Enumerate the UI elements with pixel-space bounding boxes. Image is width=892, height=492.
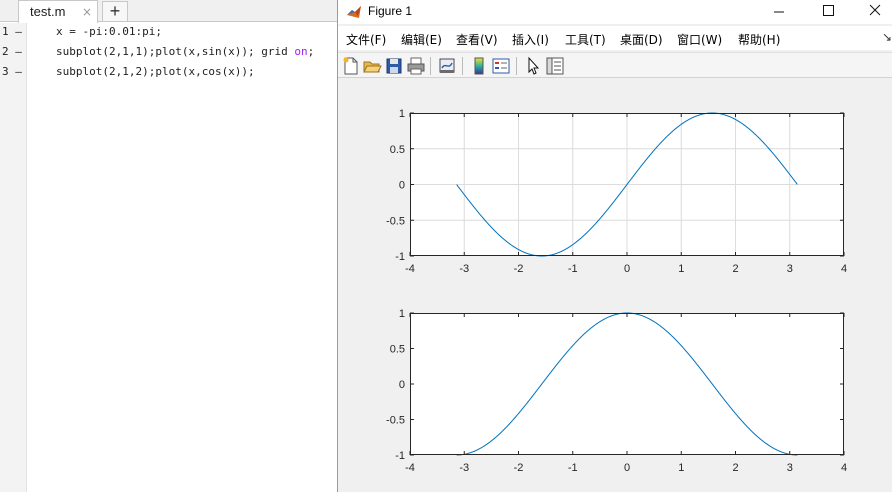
figure-title: Figure 1 <box>368 4 413 18</box>
x-tick-label: 2 <box>732 263 738 275</box>
gutter-line-3: 3 – <box>2 62 26 82</box>
figure-window[interactable]: Figure 1 文件(F) 编辑(E) 查看(V) 插入(I) 工具(T) 桌… <box>337 0 892 492</box>
x-tick-label: -2 <box>514 263 524 275</box>
x-tick-label: -1 <box>568 462 578 474</box>
editor-tab-label[interactable]: test.m <box>30 4 65 19</box>
editor-tab-test-m[interactable]: test.m × <box>18 0 98 23</box>
x-tick-label: 0 <box>624 263 630 275</box>
x-tick-label: 3 <box>787 462 793 474</box>
minimize-icon <box>774 11 784 13</box>
line-number: 1 <box>2 25 9 38</box>
y-tick-label: 0 <box>399 379 405 391</box>
x-tick-label: -1 <box>568 263 578 275</box>
property-inspector-icon <box>546 57 564 75</box>
menu-view[interactable]: 查看(V) <box>456 31 498 48</box>
menu-overflow-icon[interactable]: ↘ <box>882 30 892 44</box>
menu-desktop[interactable]: 桌面(D) <box>620 31 663 48</box>
axes-2[interactable]: -4 -3 -2 -1 0 1 2 3 4 1 0.5 0 -0.5 -1 <box>386 308 847 474</box>
new-tab-button[interactable]: + <box>102 1 128 22</box>
print-button[interactable] <box>406 56 426 76</box>
y-tick-label: 1 <box>399 308 405 320</box>
line-number: 3 <box>2 65 9 78</box>
y-tick-label: -0.5 <box>386 415 405 427</box>
x-tick-label: -3 <box>459 263 469 275</box>
code-text: subplot(2,1,1);plot(x,sin(x)); grid <box>56 45 295 58</box>
figure-toolbar <box>338 52 892 78</box>
menu-insert[interactable]: 插入(I) <box>512 31 549 48</box>
y-tick-label: 0.5 <box>390 344 405 356</box>
save-button[interactable] <box>384 56 404 76</box>
save-icon <box>386 58 402 74</box>
x-tick-label: 4 <box>841 462 847 474</box>
edit-plot-button[interactable] <box>523 56 543 76</box>
maximize-button[interactable] <box>805 0 851 24</box>
gutter-line-2: 2 – <box>2 42 26 62</box>
x-tick-label: 4 <box>841 263 847 275</box>
x-tick-label: -4 <box>405 462 415 474</box>
code-text: ; <box>307 45 315 58</box>
print-icon <box>407 57 425 75</box>
open-file-icon <box>363 61 382 73</box>
toolbar-separator <box>462 57 463 75</box>
y-tick-label: 0.5 <box>390 144 405 156</box>
close-icon <box>869 4 881 16</box>
line-number: 2 <box>2 45 9 58</box>
legend-icon <box>492 58 510 74</box>
menu-window[interactable]: 窗口(W) <box>677 31 722 48</box>
breakpoint-marker[interactable]: – <box>15 45 22 58</box>
menu-help[interactable]: 帮助(H) <box>738 31 780 48</box>
new-figure-icon <box>343 57 358 75</box>
maximize-icon <box>823 5 834 16</box>
toolbar-separator <box>516 57 517 75</box>
open-file-button[interactable] <box>362 56 382 76</box>
code-line-3[interactable]: subplot(2,1,2);plot(x,cos(x)); <box>56 62 255 82</box>
breakpoint-marker[interactable]: – <box>15 65 22 78</box>
y-tick-label: 0 <box>399 180 405 192</box>
x-tick-label: 1 <box>678 263 684 275</box>
x-tick-label: -4 <box>405 263 415 275</box>
link-plot-icon <box>439 58 455 73</box>
link-plot-button[interactable] <box>437 56 457 76</box>
x-tick-label: -2 <box>514 462 524 474</box>
close-button[interactable] <box>852 0 892 24</box>
code-keyword: on <box>294 45 308 58</box>
menu-edit[interactable]: 编辑(E) <box>401 31 442 48</box>
figure-title-bar[interactable]: Figure 1 <box>338 0 892 24</box>
axes-background <box>410 313 844 455</box>
code-editor[interactable]: test.m × + 1 – 2 – 3 – x = -pi:0.01:pi; … <box>0 0 338 492</box>
code-line-1[interactable]: x = -pi:0.01:pi; <box>56 22 162 42</box>
x-tick-label: -3 <box>459 462 469 474</box>
pointer-icon <box>528 56 540 75</box>
menu-tools[interactable]: 工具(T) <box>565 31 606 48</box>
axes-1[interactable]: -4 -3 -2 -1 0 1 2 3 4 1 0.5 0 -0.5 -1 <box>386 108 847 275</box>
editor-tab-bar: test.m × + <box>0 0 338 23</box>
plots-area[interactable]: -4 -3 -2 -1 0 1 2 3 410.50-0.5-1-4 -3 -2 -1 0 1 2 3 410.… <box>338 79 892 492</box>
y-tick-label: -1 <box>395 450 405 462</box>
code-line-2[interactable]: subplot(2,1,1);plot(x,sin(x)); grid on; <box>56 42 314 62</box>
toolbar-separator <box>430 57 431 75</box>
colorbar-icon <box>474 57 484 75</box>
y-tick-label: 1 <box>399 108 405 120</box>
desktop-root: test.m × + 1 – 2 – 3 – x = -pi:0.01:pi; … <box>0 0 892 492</box>
x-tick-label: 3 <box>787 263 793 275</box>
property-inspector-button[interactable] <box>545 56 565 76</box>
gutter-line-1: 1 – <box>2 22 26 42</box>
minimize-button[interactable] <box>756 0 802 24</box>
x-tick-label: 1 <box>678 462 684 474</box>
legend-button[interactable] <box>491 56 511 76</box>
matlab-logo-icon <box>347 6 361 18</box>
colorbar-button[interactable] <box>469 56 489 76</box>
menu-file[interactable]: 文件(F) <box>346 31 386 48</box>
x-tick-label: 2 <box>732 462 738 474</box>
line-number-gutter: 1 – 2 – 3 – <box>0 23 27 492</box>
new-figure-button[interactable] <box>341 56 361 76</box>
figure-canvas[interactable]: -4 -3 -2 -1 0 1 2 3 4 1 0.5 0 -0.5 -1 -4 -3 -2 -1 0 1 2 3 4 1 0.… <box>338 79 892 492</box>
y-tick-label: -0.5 <box>386 215 405 227</box>
x-tick-label: 0 <box>624 462 630 474</box>
breakpoint-marker[interactable]: – <box>15 25 22 38</box>
figure-menu-bar: 文件(F) 编辑(E) 查看(V) 插入(I) 工具(T) 桌面(D) 窗口(W… <box>338 26 892 50</box>
close-tab-icon[interactable]: × <box>81 6 93 18</box>
y-tick-label: -1 <box>395 251 405 263</box>
